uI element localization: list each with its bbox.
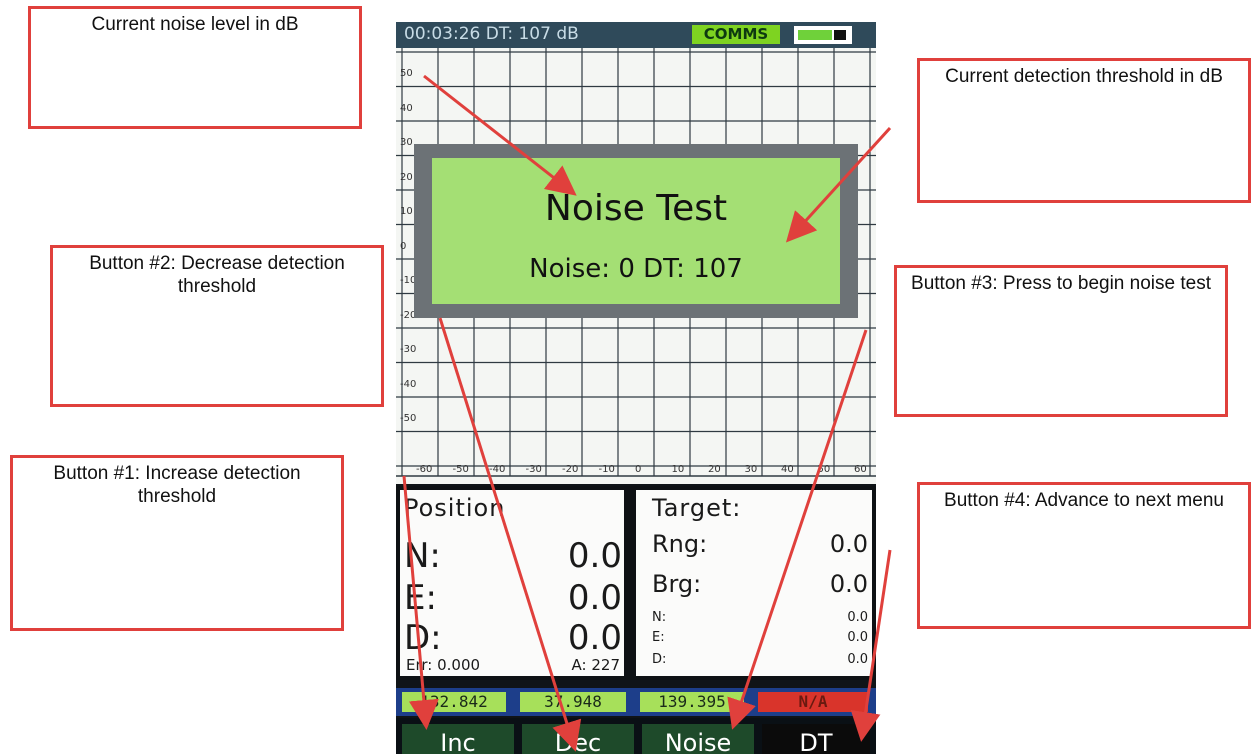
y-axis-label: -30 <box>400 344 417 355</box>
x-axis-label: -40 <box>489 464 506 475</box>
target-e-label: E: <box>652 630 665 645</box>
x-axis-label: -20 <box>562 464 579 475</box>
target-d-value: 0.0 <box>847 652 868 667</box>
position-err: Err: 0.000 <box>406 656 481 674</box>
y-axis-label: 10 <box>400 206 413 217</box>
x-axis-label: -30 <box>525 464 542 475</box>
noise-test-title: Noise Test <box>544 188 728 229</box>
target-e-value: 0.0 <box>847 630 868 645</box>
y-axis-label: 50 <box>400 68 413 79</box>
battery-icon <box>794 26 852 44</box>
target-n-label: N: <box>652 610 667 625</box>
position-n-label: N: <box>404 536 441 576</box>
inc-button[interactable]: Inc <box>402 724 514 754</box>
value-1: 132.842 <box>402 692 506 712</box>
dt-button[interactable]: DT <box>762 724 870 754</box>
position-d-value: 0.0 <box>567 618 622 658</box>
device-screen: 00:03:26 DT: 107 dB COMMS 50 40 30 20 10 0 -10… <box>396 22 876 754</box>
target-rng-value: 0.0 <box>829 530 868 558</box>
value-2: 37.948 <box>520 692 626 712</box>
target-brg-value: 0.0 <box>829 570 868 598</box>
position-n-value: 0.0 <box>567 536 622 576</box>
y-axis-label: 0 <box>400 240 407 252</box>
noise-test-panel: Noise Test Noise: 0 DT: 107 <box>432 158 840 304</box>
position-a: A: 227 <box>571 656 620 674</box>
annotation-button-2: Button #2: Decrease detection threshold <box>50 245 384 407</box>
noise-test-dialog: Noise Test Noise: 0 DT: 107 <box>414 144 858 318</box>
target-rng-label: Rng: <box>652 530 708 558</box>
x-axis-label: -10 <box>598 464 615 475</box>
x-axis-label: -50 <box>452 464 469 475</box>
annotation-noise-level: Current noise level in dB <box>28 6 362 129</box>
x-axis-label: 30 <box>744 464 758 475</box>
annotation-button-4: Button #4: Advance to next menu <box>917 482 1251 629</box>
noise-readout: Noise: 0 DT: 107 <box>529 254 743 284</box>
annotation-button-1: Button #1: Increase detection threshold <box>10 455 344 631</box>
values-bar: 132.842 37.948 139.395 N/A <box>396 688 876 716</box>
dec-button[interactable]: Dec <box>522 724 634 754</box>
position-e-label: E: <box>404 578 437 618</box>
y-axis-label: 40 <box>400 102 413 114</box>
position-e-value: 0.0 <box>567 578 622 618</box>
target-title: Target: <box>652 494 742 522</box>
position-title: Position <box>404 494 506 522</box>
noise-button[interactable]: Noise <box>642 724 754 754</box>
x-axis-label: 50 <box>817 464 831 475</box>
annotation-detection-threshold: Current detection threshold in dB <box>917 58 1251 203</box>
softkey-bar: Inc Dec Noise DT <box>396 718 876 754</box>
y-axis-label: -40 <box>400 378 417 390</box>
target-d-label: D: <box>652 652 667 667</box>
y-axis-label: -50 <box>400 413 417 424</box>
value-3: 139.395 <box>640 692 744 712</box>
comms-indicator: COMMS <box>692 25 780 44</box>
target-n-value: 0.0 <box>847 610 868 625</box>
status-bar: 00:03:26 DT: 107 dB COMMS <box>396 22 876 48</box>
target-brg-label: Brg: <box>652 570 702 598</box>
info-area: Position N: 0.0 E: 0.0 D: 0.0 Err: 0.000… <box>396 486 876 680</box>
x-axis-label: -60 <box>416 464 433 475</box>
x-axis-label: 0 <box>635 464 642 475</box>
annotation-button-3: Button #3: Press to begin noise test <box>894 265 1228 417</box>
x-axis-label: 10 <box>671 464 685 475</box>
y-axis-label: 20 <box>400 171 413 183</box>
position-panel: Position N: 0.0 E: 0.0 D: 0.0 Err: 0.000… <box>400 490 624 676</box>
x-axis-label: 60 <box>854 464 867 475</box>
target-panel: Target: Rng: 0.0 Brg: 0.0 N: 0.0 E: 0.0 … <box>636 490 872 676</box>
position-d-label: D: <box>404 618 442 658</box>
x-axis-label: 20 <box>708 464 721 475</box>
status-clock: 00:03:26 DT: 107 dB <box>404 24 579 44</box>
x-axis-label: 40 <box>781 464 794 475</box>
noise-graph: 50 40 30 20 10 0 -10 -20 -30 -40 -50 -60 -50 -40 -30-… <box>396 48 876 484</box>
y-axis-label: 30 <box>400 137 413 148</box>
value-4: N/A <box>758 692 868 712</box>
